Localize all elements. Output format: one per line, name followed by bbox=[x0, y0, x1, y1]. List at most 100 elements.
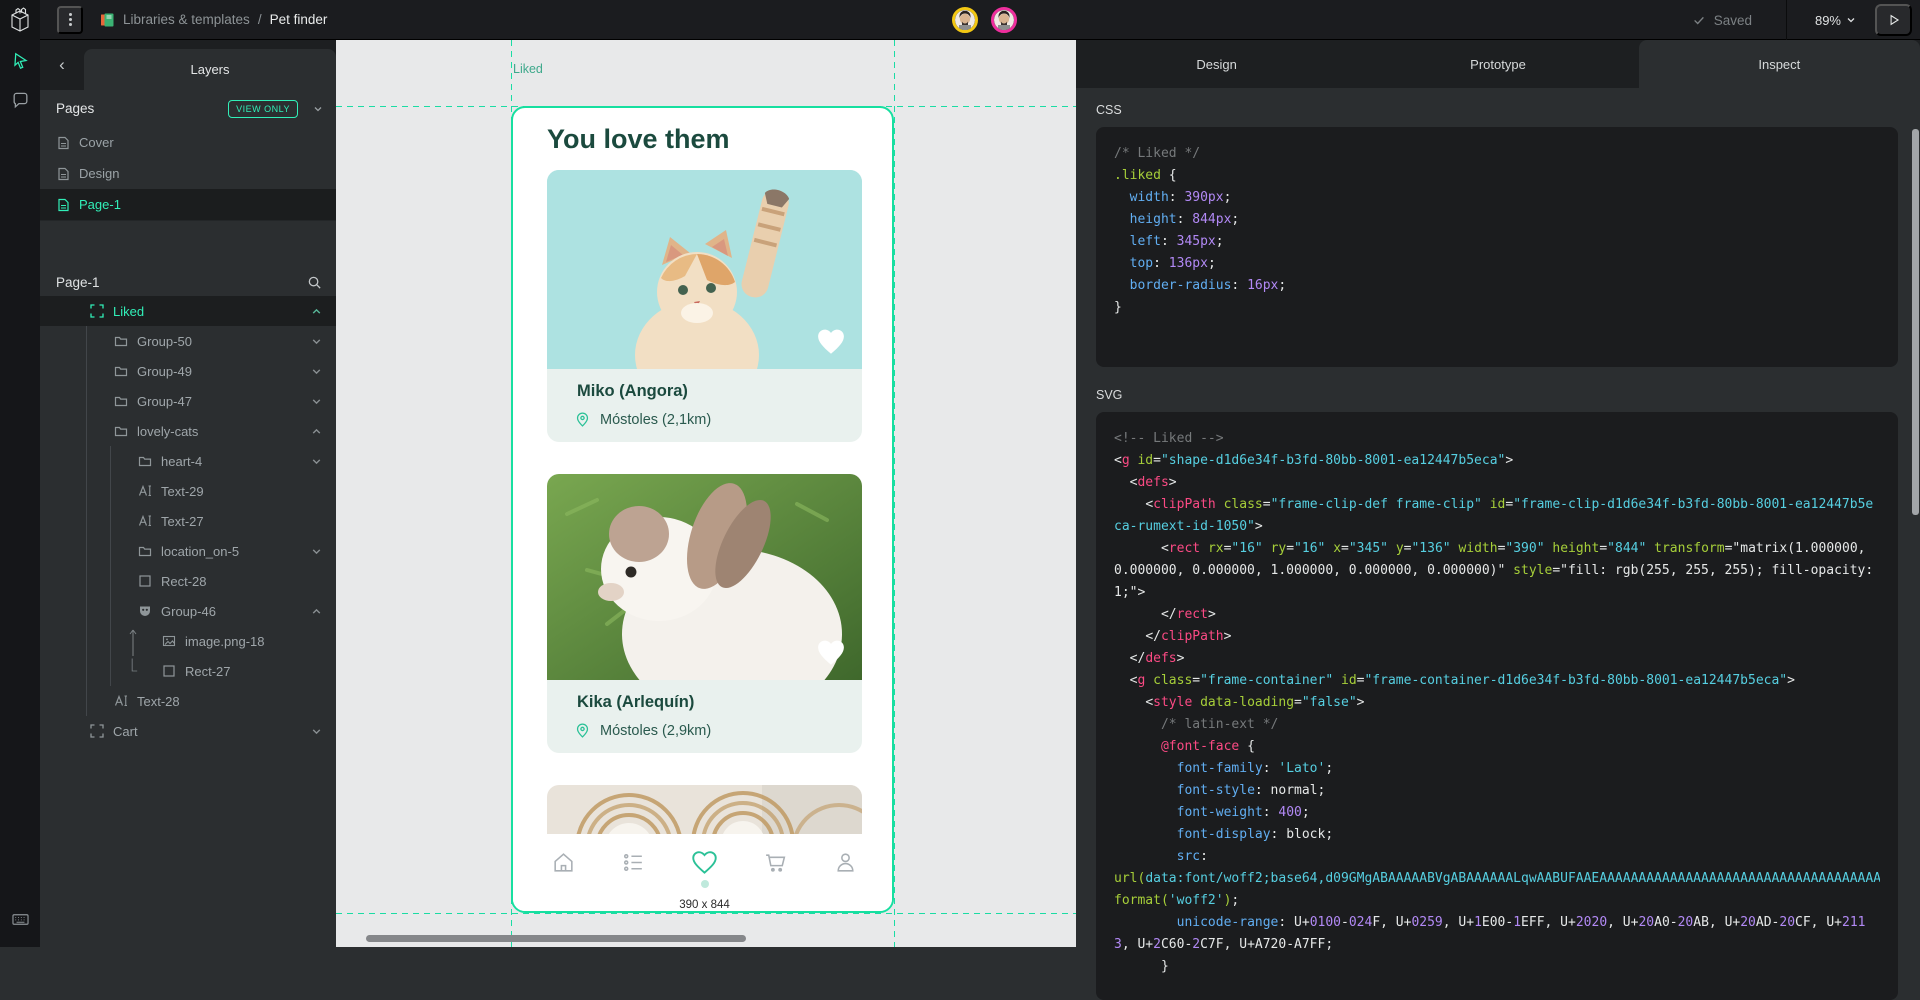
layer-row-Rect-28[interactable]: Rect-28 bbox=[40, 566, 336, 596]
tab-inspect[interactable]: Inspect bbox=[1639, 40, 1920, 88]
collapse-pages-button[interactable] bbox=[312, 103, 324, 115]
mask-arrow-connector bbox=[128, 626, 138, 656]
layer-row-Cart[interactable]: Cart bbox=[40, 716, 336, 746]
page-item-Cover[interactable]: Cover bbox=[40, 127, 336, 158]
pages-resize-area[interactable] bbox=[40, 220, 336, 268]
chevron-down-icon[interactable] bbox=[311, 366, 322, 377]
zoom-control[interactable]: 89% bbox=[1787, 13, 1871, 28]
liked-heart-icon bbox=[816, 639, 846, 666]
layer-row-Liked[interactable]: Liked bbox=[40, 296, 336, 326]
liked-heart-icon bbox=[816, 328, 846, 355]
tab-design[interactable]: Design bbox=[1076, 40, 1357, 88]
chevron-down-icon[interactable] bbox=[311, 546, 322, 557]
chevron-down-icon[interactable] bbox=[311, 456, 322, 467]
inspect-panel: Design Prototype Inspect CSS /* Liked */… bbox=[1076, 40, 1920, 947]
code-line: </clipPath> bbox=[1114, 626, 1880, 648]
layer-row-Rect-27[interactable]: Rect-27 bbox=[40, 656, 336, 686]
tree-page-title: Page-1 bbox=[56, 275, 100, 290]
chevron-up-icon[interactable] bbox=[311, 306, 322, 317]
move-tool-button[interactable] bbox=[0, 40, 40, 80]
layer-label: Rect-27 bbox=[185, 664, 231, 679]
code-line: font-family: 'Lato'; bbox=[1114, 758, 1880, 780]
chevron-up-icon[interactable] bbox=[311, 606, 322, 617]
user-avatar[interactable] bbox=[991, 7, 1017, 33]
tab-layers[interactable]: Layers bbox=[84, 49, 336, 90]
layer-row-Text-28[interactable]: Text-28 bbox=[40, 686, 336, 716]
user-avatar[interactable] bbox=[952, 7, 978, 33]
selection-size-label: 390 x 844 bbox=[674, 898, 735, 912]
layer-row-Group-49[interactable]: Group-49 bbox=[40, 356, 336, 386]
layer-row-Group-46[interactable]: Group-46 bbox=[40, 596, 336, 626]
breadcrumb-library-link[interactable]: Libraries & templates bbox=[123, 12, 250, 27]
active-tab-dot bbox=[701, 880, 709, 888]
page-label: Page-1 bbox=[79, 197, 121, 212]
frame-name-label[interactable]: Liked bbox=[513, 62, 543, 76]
code-line: <g class="frame-container" id="frame-con… bbox=[1114, 670, 1880, 692]
pet-card-info: Miko (Angora) Móstoles (2,1km) bbox=[547, 369, 862, 442]
top-bar: Libraries & templates / Pet finder Saved bbox=[0, 0, 1920, 40]
layer-row-Text-29[interactable]: Text-29 bbox=[40, 476, 336, 506]
css-code-block[interactable]: /* Liked */.liked { width: 390px; height… bbox=[1096, 127, 1898, 367]
chevron-down-icon[interactable] bbox=[311, 726, 322, 737]
layer-label: Text-27 bbox=[161, 514, 204, 529]
svg-code-block[interactable]: <!-- Liked --><g id="shape-d1d6e34f-b3fd… bbox=[1096, 412, 1898, 1000]
page-item-Design[interactable]: Design bbox=[40, 158, 336, 189]
shortcuts-button[interactable] bbox=[0, 899, 40, 939]
layer-row-location_on-5[interactable]: location_on-5 bbox=[40, 536, 336, 566]
layer-row-lovely-cats[interactable]: lovely-cats bbox=[40, 416, 336, 446]
chevron-down-icon bbox=[1845, 14, 1857, 26]
vertical-scrollbar[interactable] bbox=[1912, 129, 1919, 515]
pet-card-image-rabbit bbox=[547, 474, 862, 680]
pet-name: Miko (Angora) bbox=[577, 382, 688, 401]
folder-layer-icon bbox=[114, 394, 128, 408]
tree-guide-line bbox=[110, 566, 111, 596]
chevron-down-icon[interactable] bbox=[311, 336, 322, 347]
layer-row-Group-50[interactable]: Group-50 bbox=[40, 326, 336, 356]
penpot-logo[interactable] bbox=[0, 0, 40, 40]
tree-guide-line bbox=[86, 476, 87, 506]
search-icon[interactable] bbox=[307, 275, 322, 290]
layer-row-Group-47[interactable]: Group-47 bbox=[40, 386, 336, 416]
layer-row-image.png-18[interactable]: image.png-18 bbox=[40, 626, 336, 656]
code-line: height: 844px; bbox=[1114, 209, 1880, 231]
tab-prototype[interactable]: Prototype bbox=[1357, 40, 1638, 88]
view-mode-button[interactable] bbox=[1875, 4, 1912, 36]
code-line: } bbox=[1114, 956, 1880, 978]
selection-guide-bottom bbox=[336, 913, 1076, 914]
code-line: font-display: block; bbox=[1114, 824, 1880, 846]
code-line: .liked { bbox=[1114, 165, 1880, 187]
liked-frame[interactable]: You love them M bbox=[511, 106, 894, 913]
mask-layer-icon bbox=[138, 604, 152, 618]
layer-row-heart-4[interactable]: heart-4 bbox=[40, 446, 336, 476]
chevron-down-icon[interactable] bbox=[311, 396, 322, 407]
tree-guide-line bbox=[110, 536, 111, 566]
check-icon bbox=[1692, 13, 1706, 27]
frame-heading: You love them bbox=[547, 124, 730, 155]
layer-label: Text-28 bbox=[137, 694, 180, 709]
save-status: Saved bbox=[1692, 13, 1752, 28]
canvas[interactable]: Liked You love them bbox=[336, 40, 1076, 947]
comments-tool-button[interactable] bbox=[0, 80, 40, 120]
code-line: border-radius: 16px; bbox=[1114, 275, 1880, 297]
text-layer-icon bbox=[114, 694, 128, 708]
pet-location: Móstoles (2,1km) bbox=[600, 412, 711, 428]
code-line: left: 345px; bbox=[1114, 231, 1880, 253]
chevron-up-icon[interactable] bbox=[311, 426, 322, 437]
code-line: </defs> bbox=[1114, 648, 1880, 670]
location-pin-icon bbox=[574, 722, 591, 739]
tree-guide-line bbox=[110, 506, 111, 536]
collapse-panel-button[interactable]: ‹ bbox=[40, 40, 84, 90]
image-layer-icon bbox=[162, 634, 176, 648]
page-item-Page-1[interactable]: Page-1 bbox=[40, 189, 336, 220]
tree-guide-line bbox=[86, 326, 87, 356]
horizontal-scrollbar[interactable] bbox=[366, 935, 746, 942]
home-icon bbox=[551, 850, 576, 875]
tree-guide-line bbox=[110, 626, 111, 656]
layer-label: Liked bbox=[113, 304, 144, 319]
main-menu-button[interactable] bbox=[57, 6, 83, 34]
library-icon bbox=[99, 12, 115, 28]
layer-row-Text-27[interactable]: Text-27 bbox=[40, 506, 336, 536]
layer-tree: Liked Group-50Group-49Group-47lovely-cats… bbox=[40, 296, 336, 947]
tree-guide-line bbox=[86, 416, 87, 446]
tree-guide-line bbox=[86, 626, 87, 656]
